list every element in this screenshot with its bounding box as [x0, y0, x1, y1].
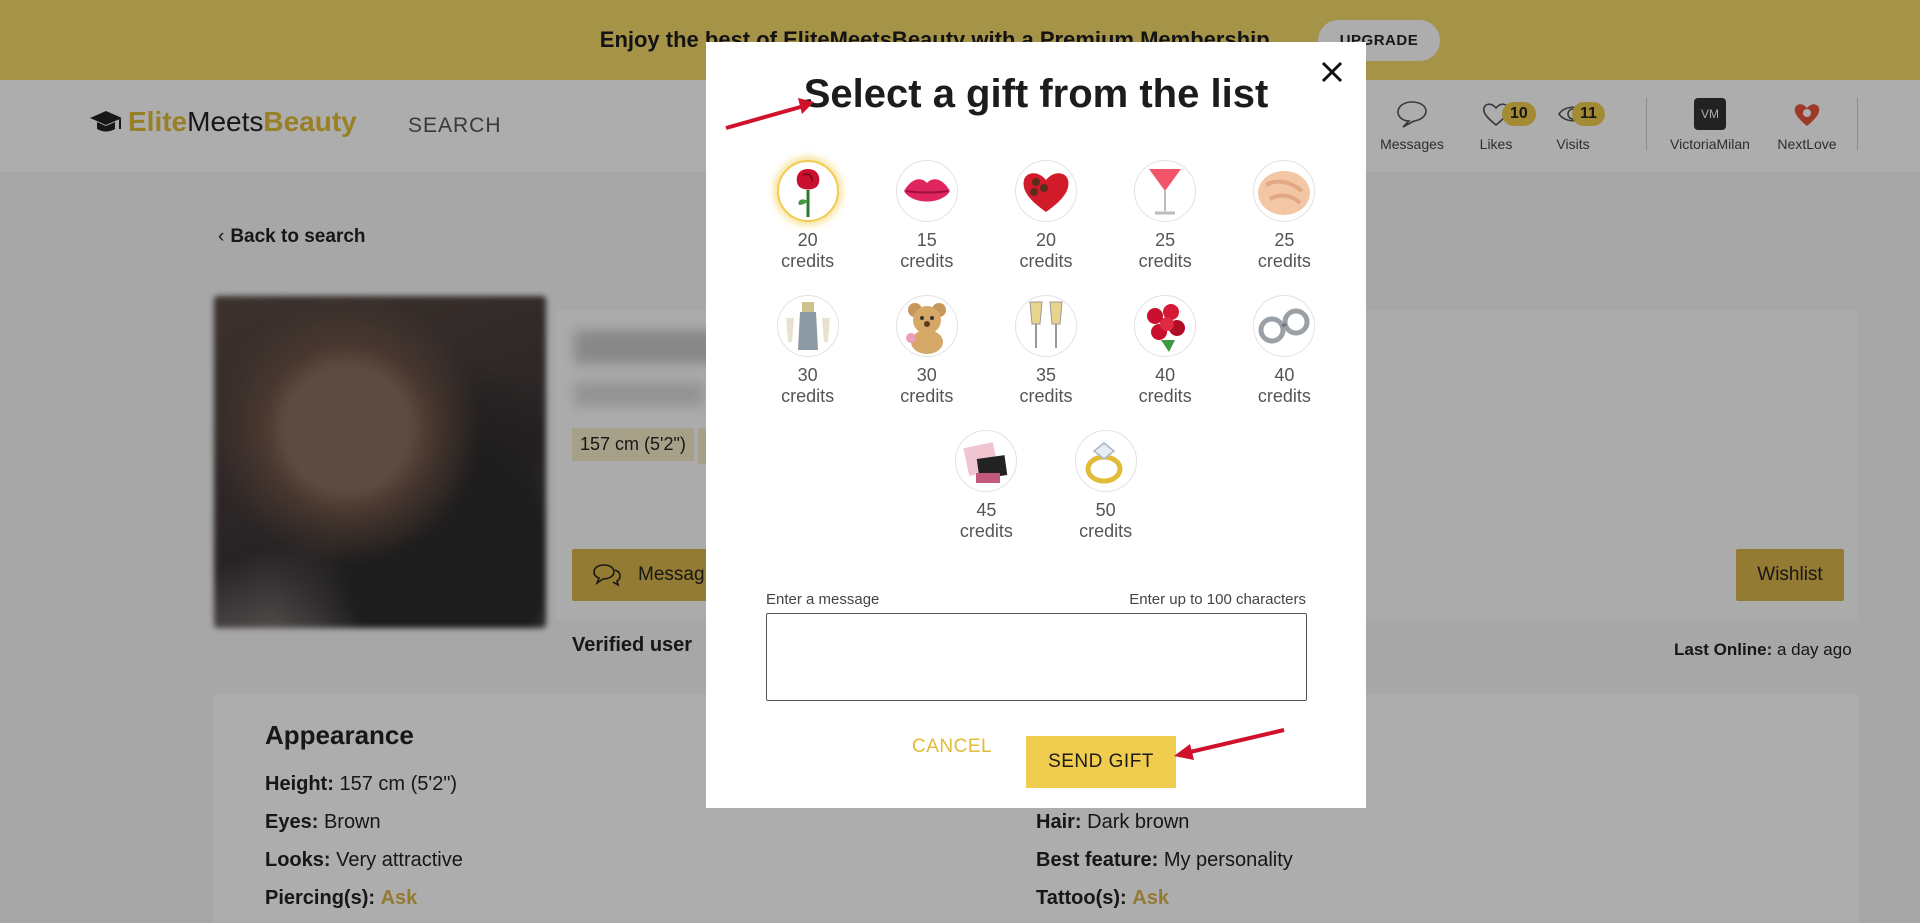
diamond-ring-icon	[1074, 430, 1137, 492]
heart-chocolates-icon	[1015, 160, 1077, 222]
gift-price: 45 credits	[960, 500, 1013, 542]
roses-bouquet-icon	[1134, 295, 1197, 357]
lingerie-icon	[955, 430, 1018, 492]
gift-credits-unit: credits	[900, 386, 954, 406]
gift-credits-unit: credits	[1019, 251, 1073, 271]
gift-option[interactable]: 25 credits	[1106, 160, 1225, 295]
gift-option[interactable]: 15 credits	[867, 160, 986, 295]
rose-icon	[776, 160, 839, 222]
gift-message-input[interactable]	[766, 613, 1307, 701]
gift-credits-value: 25	[1274, 230, 1295, 250]
gift-option[interactable]: 50 credits	[1046, 430, 1165, 565]
gift-option[interactable]: 40 credits	[1225, 295, 1344, 430]
gift-credits-unit: credits	[1138, 251, 1192, 271]
gift-option[interactable]: 35 credits	[986, 295, 1105, 430]
gift-credits-unit: credits	[781, 251, 835, 271]
gift-price: 20 credits	[1019, 230, 1072, 272]
gift-option[interactable]: 45 credits	[927, 430, 1046, 565]
gift-credits-unit: credits	[900, 251, 954, 271]
gift-credits-value: 45	[976, 500, 997, 520]
annotation-arrow-icon	[725, 98, 814, 130]
gift-credits-unit: credits	[1138, 386, 1192, 406]
gift-modal: Select a gift from the list 20 credits 15 c…	[706, 42, 1366, 808]
gift-credits-value: 50	[1095, 500, 1116, 520]
gift-credits-value: 20	[797, 230, 818, 250]
message-char-hint: Enter up to 100 characters	[1129, 591, 1306, 608]
champagne-bottle-icon	[776, 295, 839, 357]
gift-credits-unit: credits	[781, 386, 835, 406]
gift-price: 15 credits	[900, 230, 953, 272]
gift-credits-value: 30	[916, 365, 937, 385]
send-gift-button[interactable]: SEND GIFT	[1026, 736, 1176, 788]
gift-credits-unit: credits	[1257, 251, 1311, 271]
gift-credits-value: 35	[1035, 365, 1056, 385]
gift-credits-unit: credits	[1019, 386, 1073, 406]
gift-grid: 20 credits 15 credits 20 credits 25 credits 25 cr…	[746, 160, 1346, 565]
gift-credits-value: 30	[797, 365, 818, 385]
gift-option[interactable]: 30 credits	[748, 295, 867, 430]
gift-option[interactable]: 20 credits	[748, 160, 867, 295]
gift-option[interactable]: 25 credits	[1225, 160, 1344, 295]
gift-credits-unit: credits	[959, 521, 1013, 541]
teddy-bear-icon	[895, 295, 958, 357]
gift-price: 25 credits	[1139, 230, 1192, 272]
gift-credits-value: 40	[1274, 365, 1295, 385]
message-label: Enter a message	[766, 591, 880, 608]
gift-price: 50 credits	[1079, 500, 1132, 542]
gift-credits-unit: credits	[1079, 521, 1133, 541]
cocktail-icon	[1134, 160, 1197, 222]
gift-price: 20 credits	[781, 230, 834, 272]
gift-option[interactable]: 40 credits	[1106, 295, 1225, 430]
gift-price: 40 credits	[1258, 365, 1311, 407]
gift-credits-value: 40	[1155, 365, 1176, 385]
gift-credits-value: 15	[916, 230, 937, 250]
gift-credits-value: 25	[1155, 230, 1176, 250]
gift-price: 35 credits	[1019, 365, 1072, 407]
handcuffs-icon	[1253, 295, 1316, 357]
gift-credits-value: 20	[1035, 230, 1056, 250]
gift-price: 25 credits	[1258, 230, 1311, 272]
gift-price: 40 credits	[1139, 365, 1192, 407]
champagne-glasses-icon	[1015, 295, 1077, 357]
gift-credits-unit: credits	[1257, 386, 1311, 406]
cancel-button[interactable]: CANCEL	[912, 736, 992, 758]
gift-option[interactable]: 30 credits	[867, 295, 986, 430]
kiss-lips-icon	[895, 160, 958, 222]
gift-price: 30 credits	[900, 365, 953, 407]
massage-icon	[1253, 160, 1316, 222]
annotation-arrow-icon	[1174, 728, 1285, 760]
gift-option[interactable]: 20 credits	[986, 160, 1105, 295]
gift-price: 30 credits	[781, 365, 834, 407]
